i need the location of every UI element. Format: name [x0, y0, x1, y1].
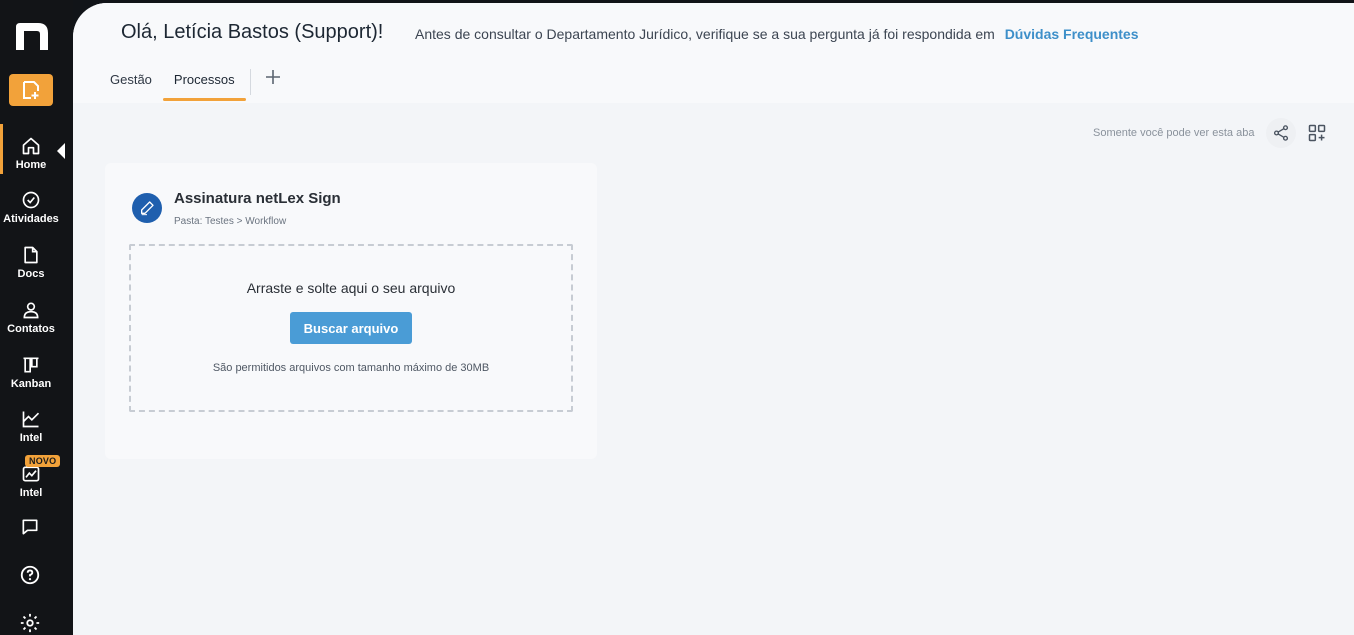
sidebar-item-label: Home [15, 158, 47, 171]
chat-button[interactable] [18, 515, 42, 539]
settings-button[interactable] [18, 611, 42, 635]
plus-icon [265, 70, 280, 84]
help-icon [20, 565, 40, 585]
tab-processos[interactable]: Processos [162, 63, 246, 101]
sidebar: Home Atividades Docs Contatos Kanban Int… [0, 0, 73, 635]
file-size-note: São permitidos arquivos com tamanho máxi… [212, 362, 490, 374]
sidebar-item-docs[interactable]: Docs [0, 236, 62, 288]
chat-icon [22, 519, 38, 535]
tab-gestao[interactable]: Gestão [99, 63, 163, 101]
pen-icon [141, 201, 154, 216]
widget-folder-path: Pasta: Testes > Workflow [174, 216, 287, 227]
check-circle-icon [22, 191, 40, 208]
share-button[interactable] [1266, 118, 1296, 148]
faq-link[interactable]: Dúvidas Frequentes [1005, 26, 1139, 42]
legal-notice-text: Antes de consultar o Departamento Jurídi… [415, 26, 995, 42]
gear-icon [20, 613, 40, 633]
dashboard-content: Somente você pode ver esta aba Assinatur… [73, 103, 1354, 635]
sidebar-item-kanban[interactable]: Kanban [0, 346, 62, 398]
signature-icon [132, 193, 162, 223]
user-icon [23, 302, 39, 318]
home-icon [22, 137, 40, 154]
sidebar-item-home[interactable]: Home [0, 127, 62, 179]
sidebar-item-label: Contatos [7, 322, 55, 335]
sidebar-item-intel[interactable]: Intel [0, 400, 62, 452]
document-icon [24, 246, 38, 263]
add-widget-icon [1308, 124, 1326, 142]
netlex-logo-icon [16, 23, 48, 50]
sidebar-item-label: Intel [19, 486, 43, 499]
main-panel: Olá, Letícia Bastos (Support)! Antes de … [73, 3, 1354, 635]
netlex-sign-widget: Assinatura netLex Sign Pasta: Testes > W… [105, 163, 597, 459]
header: Olá, Letícia Bastos (Support)! Antes de … [73, 3, 1354, 103]
sidebar-item-label: Intel [19, 431, 43, 444]
tab-divider [249, 69, 251, 95]
add-widget-button[interactable] [1302, 118, 1332, 148]
new-badge: NOVO [25, 455, 61, 467]
add-tab-button[interactable] [259, 63, 287, 90]
new-document-icon [23, 81, 39, 99]
legal-notice: Antes de consultar o Departamento Jurídi… [415, 26, 1139, 42]
greeting: Olá, Letícia Bastos (Support)! [121, 21, 384, 43]
new-document-button[interactable] [9, 74, 53, 106]
browse-file-button[interactable]: Buscar arquivo [290, 312, 412, 344]
dropzone-text: Arraste e solte aqui o seu arquivo [246, 280, 456, 296]
sidebar-item-label: Docs [17, 267, 45, 280]
sidebar-item-label: Kanban [10, 377, 52, 390]
kanban-icon [23, 357, 39, 372]
logo[interactable] [13, 20, 51, 52]
widget-title: Assinatura netLex Sign [174, 190, 341, 207]
tab-bar: Gestão Processos [99, 63, 287, 103]
sidebar-item-label: Atividades [3, 212, 59, 225]
file-dropzone[interactable]: Arraste e solte aqui o seu arquivo Busca… [129, 244, 573, 412]
sidebar-item-contatos[interactable]: Contatos [0, 291, 62, 343]
visibility-note: Somente você pode ver esta aba [1093, 127, 1255, 139]
sidebar-item-atividades[interactable]: Atividades [0, 181, 62, 233]
share-icon [1273, 125, 1289, 141]
app: Home Atividades Docs Contatos Kanban Int… [0, 0, 1354, 635]
help-button[interactable] [18, 563, 42, 587]
chart-line-icon [22, 411, 40, 427]
